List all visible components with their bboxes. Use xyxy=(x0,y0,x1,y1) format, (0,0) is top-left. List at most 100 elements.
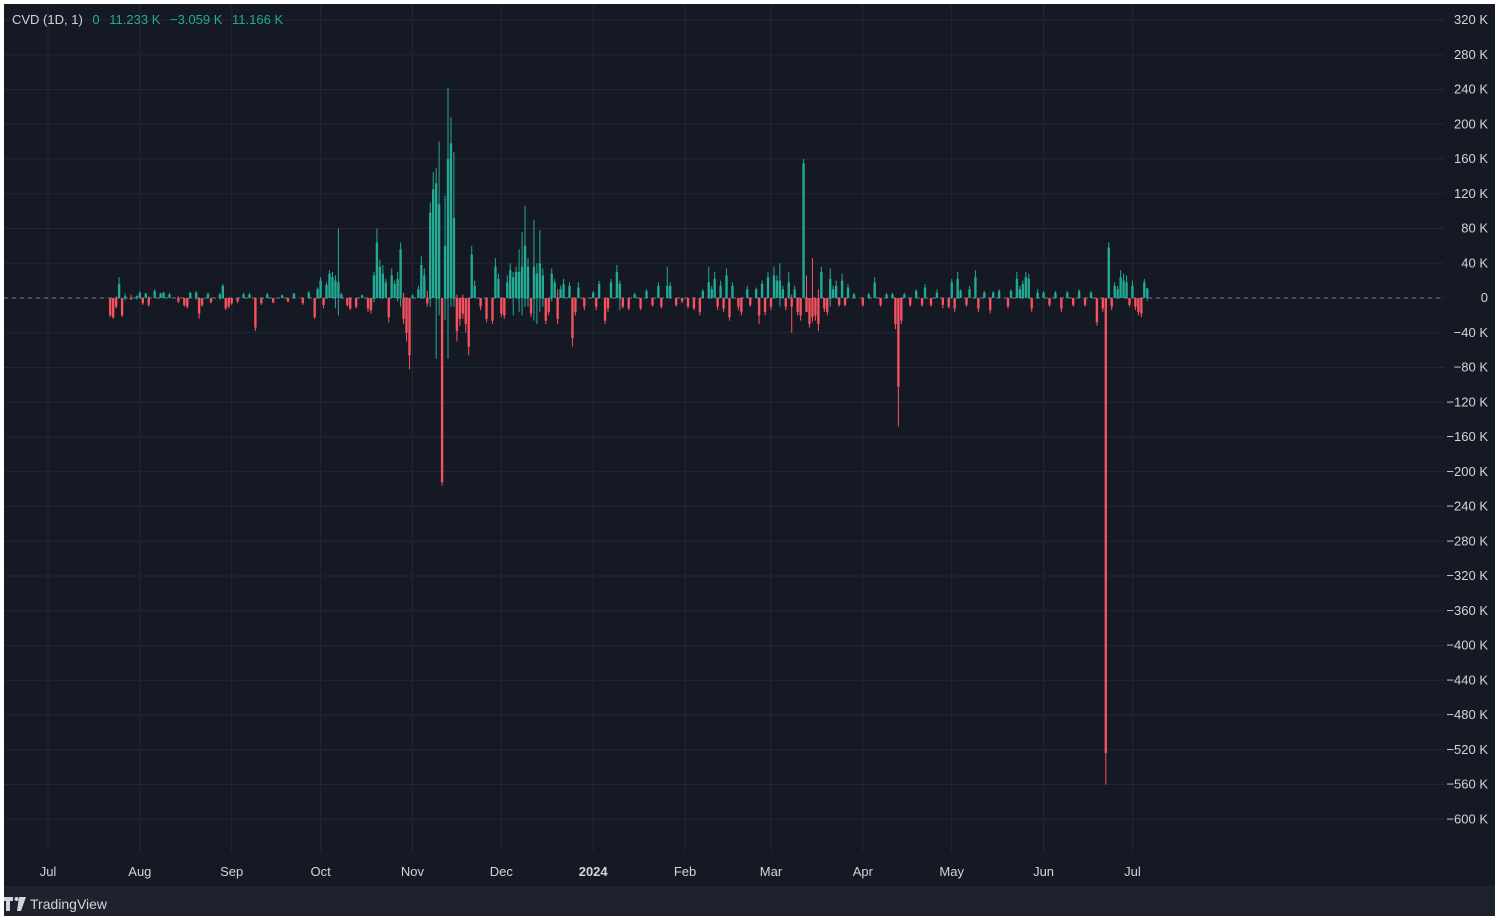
chart-canvas[interactable]: 320 K 280 K 240 K 200 K 160 K 120 K 80 K 40 K 0 −… xyxy=(4,4,1495,886)
cvd-candle xyxy=(1048,298,1051,307)
cvd-candle-body xyxy=(633,294,636,298)
cvd-candle-body xyxy=(334,280,337,298)
cvd-candle xyxy=(200,298,204,307)
cvd-candle xyxy=(292,292,296,298)
cvd-candle xyxy=(514,266,518,298)
cvd-candle xyxy=(334,275,337,309)
cvd-candle-body xyxy=(464,298,467,325)
cvd-candle-body xyxy=(322,298,325,305)
time-scale[interactable]: Jul Aug Sep Oct Nov Dec 2024 Feb Mar Apr May Jun Jul xyxy=(40,864,1141,879)
cvd-candle xyxy=(1104,298,1107,785)
cvd-candle-body xyxy=(144,293,147,298)
cvd-candle-body xyxy=(206,293,210,298)
indicator-title[interactable]: CVD (1D, 1) xyxy=(12,12,83,27)
cvd-candle xyxy=(197,298,201,319)
cvd-candle xyxy=(571,298,574,347)
cvd-candle-body xyxy=(254,298,257,328)
cvd-candle xyxy=(722,298,725,312)
cvd-candle-body xyxy=(935,292,939,298)
cvd-candle-body xyxy=(621,298,625,307)
cvd-candle xyxy=(1110,298,1113,311)
cvd-candle-body xyxy=(627,298,630,309)
cvd-candle xyxy=(627,298,630,311)
cvd-candle xyxy=(832,285,835,298)
cvd-candle xyxy=(645,289,648,298)
cvd-candle xyxy=(725,268,728,298)
cvd-candle xyxy=(651,298,654,307)
cvd-candle-body xyxy=(885,294,888,298)
cvd-candle-body xyxy=(698,298,702,312)
cvd-candle-body xyxy=(429,212,432,298)
cvd-candle xyxy=(950,278,953,298)
cvd-candle xyxy=(754,287,758,298)
x-tick-label: Oct xyxy=(310,864,331,879)
cvd-candle xyxy=(657,282,660,298)
cvd-candle xyxy=(517,249,521,312)
grid-lines xyxy=(4,4,1444,852)
cvd-candle xyxy=(609,278,613,298)
cvd-candle-body xyxy=(286,298,290,302)
cvd-candle-body xyxy=(968,289,971,298)
cvd-candle xyxy=(1036,289,1039,298)
cvd-candle-body xyxy=(529,298,533,314)
cvd-candle-body xyxy=(900,298,903,321)
cvd-candle xyxy=(189,291,192,298)
cvd-candle xyxy=(437,141,441,316)
cvd-candle-body xyxy=(1089,292,1093,298)
cvd-candle-body xyxy=(266,294,269,298)
cvd-candle-body xyxy=(479,298,482,307)
indicator-legend[interactable]: CVD (1D, 1) 0 11.233 K −3.059 K 11.166 K xyxy=(12,12,289,27)
cvd-candle-body xyxy=(340,294,343,298)
cvd-candle xyxy=(974,270,977,298)
cvd-candle-body xyxy=(120,298,124,316)
cvd-candle-body xyxy=(1048,298,1051,305)
cvd-candle xyxy=(1009,289,1013,298)
cvd-candle xyxy=(254,298,257,332)
cvd-candle-body xyxy=(349,298,352,309)
cvd-candle-body xyxy=(651,298,654,305)
cvd-candle-body xyxy=(1072,298,1075,305)
cvd-candle xyxy=(467,298,470,356)
cvd-candle xyxy=(728,298,731,321)
cvd-candle xyxy=(186,298,189,309)
cvd-candle-body xyxy=(390,275,393,298)
cvd-candle xyxy=(574,298,577,316)
cvd-candle xyxy=(805,275,808,312)
cvd-candle-body xyxy=(541,275,545,298)
cvd-candle xyxy=(390,268,393,298)
cvd-candle-body xyxy=(701,291,705,298)
x-tick-label: Dec xyxy=(490,864,514,879)
cvd-candle-body xyxy=(1018,289,1022,298)
price-scale[interactable]: 320 K 280 K 240 K 200 K 160 K 120 K 80 K 40 K 0 −… xyxy=(1446,12,1488,826)
cvd-candle-body xyxy=(177,298,180,302)
cvd-candle xyxy=(834,280,838,298)
cvd-candle-body xyxy=(840,280,844,298)
cvd-candle-body xyxy=(1054,292,1057,298)
cvd-candle xyxy=(956,271,959,298)
cvd-candle xyxy=(577,282,580,298)
cvd-candle-body xyxy=(375,242,379,298)
cvd-candle xyxy=(817,289,820,332)
cvd-candle-body xyxy=(923,287,927,298)
cvd-candle-body xyxy=(941,298,945,305)
cvd-candle-body xyxy=(396,278,399,298)
cvd-candle xyxy=(221,284,224,298)
cvd-candle xyxy=(316,287,319,298)
cvd-candle xyxy=(417,285,420,298)
x-tick-label: Nov xyxy=(401,864,425,879)
cvd-candle-body xyxy=(686,298,690,307)
cvd-candle-body xyxy=(1021,284,1025,298)
cvd-candle-body xyxy=(1137,298,1140,312)
cvd-candle-body xyxy=(846,287,850,298)
cvd-candle-body xyxy=(387,298,390,318)
cvd-candle-body xyxy=(230,298,233,304)
cvd-candle-body xyxy=(346,298,349,305)
y-tick-label: 120 K xyxy=(1454,186,1488,201)
cvd-candle-body xyxy=(778,280,782,298)
cvd-candle-body xyxy=(639,298,642,309)
cvd-candle-body xyxy=(562,284,565,298)
cvd-candle xyxy=(897,298,900,427)
cvd-candle-body xyxy=(805,298,808,312)
tradingview-logo[interactable]: TradingView xyxy=(4,892,107,916)
cvd-candle xyxy=(248,292,251,298)
